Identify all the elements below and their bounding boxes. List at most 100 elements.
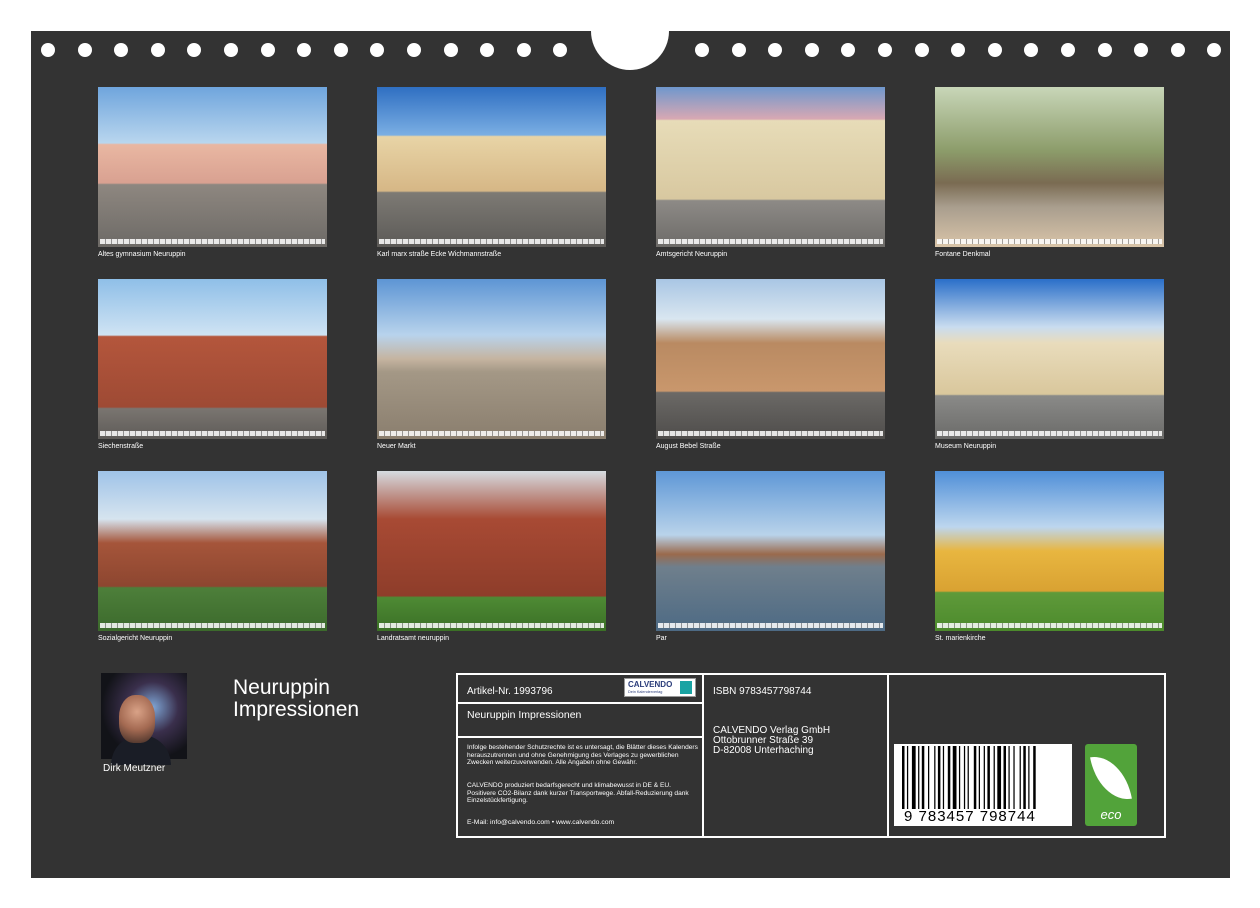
barcode-bar — [902, 746, 905, 809]
barcode-bar — [906, 746, 909, 809]
binding-hole — [1207, 43, 1221, 57]
contact-line: E-Mail: info@calvendo.com • www.calvendo… — [467, 819, 615, 826]
author-photo — [101, 673, 187, 765]
photo-tile — [377, 87, 606, 247]
barcode-number: 9 783457 798744 — [904, 808, 1036, 825]
barcode-bar — [928, 746, 930, 809]
month-grid — [937, 431, 1162, 436]
month-grid — [658, 623, 883, 628]
binding-hole — [1098, 43, 1112, 57]
photo-tile — [98, 87, 327, 247]
logo-subtitle: Dein Kalenderverlag — [628, 690, 663, 694]
photo-tile — [377, 471, 606, 631]
barcode-bar — [958, 746, 961, 809]
binding-hole — [951, 43, 965, 57]
binding-hole — [1171, 43, 1185, 57]
divider — [456, 736, 703, 738]
barcode-bar — [963, 746, 966, 809]
binding-hole — [370, 43, 384, 57]
binding-hole — [732, 43, 746, 57]
isbn: ISBN 9783457798744 — [713, 686, 812, 697]
binding-hole — [517, 43, 531, 57]
barcode-bars — [902, 746, 1036, 809]
photo-tile — [935, 279, 1164, 439]
binding-hole — [841, 43, 855, 57]
author-face — [119, 695, 155, 743]
barcode-bar — [918, 746, 920, 809]
photo-caption: Fontane Denkmal — [935, 251, 991, 258]
barcode: 9 783457 798744 — [894, 744, 1072, 826]
author-name: Dirk Meutzner — [103, 763, 166, 774]
logo-mark-icon — [680, 681, 692, 694]
binding-hole — [187, 43, 201, 57]
article-number: Artikel-Nr. 1993796 — [467, 686, 553, 697]
binding-hole — [1061, 43, 1075, 57]
binding-hole — [915, 43, 929, 57]
month-grid — [379, 431, 604, 436]
photo-caption: Karl marx straße Ecke Wichmannstraße — [377, 251, 502, 258]
barcode-bar — [997, 746, 1002, 809]
barcode-bar — [967, 746, 969, 809]
publisher-city: D-82008 Unterhaching — [713, 745, 814, 756]
barcode-bar — [1019, 746, 1021, 809]
logo-text: CALVENDO — [628, 680, 673, 689]
binding-hole — [444, 43, 458, 57]
binding-hole — [1024, 43, 1038, 57]
barcode-bar — [947, 746, 951, 809]
binding-hole — [224, 43, 238, 57]
photo-tile — [656, 279, 885, 439]
barcode-bar — [978, 746, 980, 809]
month-grid — [379, 239, 604, 244]
eco-label: eco — [1100, 807, 1122, 822]
binding-hole — [878, 43, 892, 57]
photo-tile — [656, 471, 885, 631]
climate-notice: CALVENDO produziert bedarfsgerecht und k… — [467, 782, 689, 805]
barcode-bar — [993, 746, 995, 809]
barcode-bar — [1028, 746, 1030, 809]
month-grid — [658, 431, 883, 436]
photo-caption: Altes gymnasium Neuruppin — [98, 251, 186, 258]
barcode-bar — [973, 746, 977, 809]
binding-hole — [334, 43, 348, 57]
legal-notice: Infolge bestehender Schutzrechte ist es … — [467, 744, 698, 767]
binding-hole — [151, 43, 165, 57]
photo-tile — [98, 279, 327, 439]
month-grid — [379, 623, 604, 628]
binding-hole — [805, 43, 819, 57]
barcode-bar — [921, 746, 925, 809]
title-line-1: Neuruppin — [233, 676, 330, 699]
barcode-bar — [983, 746, 985, 809]
month-grid — [100, 239, 325, 244]
divider — [456, 702, 703, 704]
photo-caption: Museum Neuruppin — [935, 443, 997, 450]
barcode-bar — [952, 746, 957, 809]
photo-caption: Amtsgericht Neuruppin — [656, 251, 728, 258]
barcode-bar — [911, 746, 916, 809]
binding-hole — [114, 43, 128, 57]
month-grid — [658, 239, 883, 244]
binding-hole — [1134, 43, 1148, 57]
product-name: Neuruppin Impressionen — [467, 709, 582, 721]
barcode-bar — [1023, 746, 1026, 809]
title-line-2: Impressionen — [233, 698, 360, 721]
binding-hole — [695, 43, 709, 57]
barcode-bar — [1013, 746, 1015, 809]
month-grid — [937, 623, 1162, 628]
photo-caption: August Bebel Straße — [656, 443, 721, 450]
barcode-bar — [1033, 746, 1036, 809]
eco-badge: eco — [1085, 744, 1137, 826]
binding-hole — [78, 43, 92, 57]
month-grid — [100, 431, 325, 436]
photo-caption: St. marienkirche — [935, 635, 986, 642]
photo-tile — [935, 87, 1164, 247]
binding-hole — [768, 43, 782, 57]
photo-tile — [98, 471, 327, 631]
binding-hole — [553, 43, 567, 57]
binding-hole — [988, 43, 1002, 57]
calendar-title: Neuruppin Impressionen — [233, 677, 359, 721]
photo-tile — [935, 471, 1164, 631]
barcode-bar — [937, 746, 941, 809]
barcode-bar — [942, 746, 945, 809]
barcode-bar — [1003, 746, 1006, 809]
barcode-bar — [934, 746, 936, 809]
